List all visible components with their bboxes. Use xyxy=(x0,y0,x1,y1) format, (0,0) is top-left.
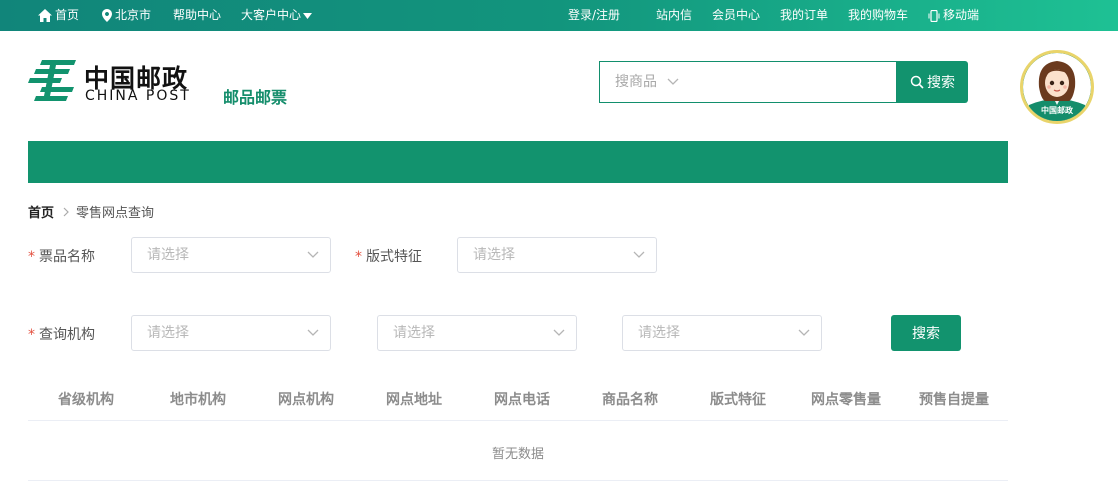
column-header: 网点零售量 xyxy=(811,392,881,408)
breadcrumb-current: 零售网点查询 xyxy=(76,206,155,221)
breadcrumb-home[interactable]: 首页 xyxy=(28,202,54,221)
product-name-select[interactable]: 请选择 xyxy=(131,237,331,273)
search-placeholder: 搜商品 xyxy=(615,74,657,90)
column-header: 省级机构 xyxy=(58,392,114,408)
location-pin-icon xyxy=(102,9,112,22)
select-placeholder: 请选择 xyxy=(473,247,515,263)
org-label-text: 查询机构 xyxy=(39,327,95,343)
inbox-link[interactable]: 站内信 xyxy=(656,0,692,31)
mobile-phone-icon xyxy=(928,9,940,22)
column-header: 网点机构 xyxy=(278,392,334,408)
chevron-down-icon xyxy=(553,329,565,336)
column-header: 预售自提量 xyxy=(919,392,989,408)
required-star: * xyxy=(28,249,35,265)
mobile-label: 移动端 xyxy=(943,8,980,22)
table-divider xyxy=(28,480,1008,481)
logo-english-text: CHINA POST xyxy=(85,88,191,104)
table-divider xyxy=(28,420,1008,421)
enterprise-center-menu[interactable]: 大客户中心 xyxy=(241,0,315,31)
chevron-down-icon xyxy=(798,329,810,336)
format-label-text: 版式特征 xyxy=(366,249,422,265)
select-placeholder: 请选择 xyxy=(147,325,189,341)
search-button-label: 搜索 xyxy=(927,75,955,91)
china-post-logo-icon[interactable] xyxy=(28,60,76,104)
select-placeholder: 请选择 xyxy=(393,325,435,341)
column-header: 版式特征 xyxy=(710,392,766,408)
inbox-label: 站内信 xyxy=(656,8,693,22)
location-selector[interactable]: 北京市 xyxy=(102,0,151,31)
search-icon xyxy=(910,75,924,89)
green-banner xyxy=(28,141,1008,183)
chevron-down-icon xyxy=(633,251,645,258)
format-label: * 版式特征 xyxy=(355,246,422,266)
caret-down-icon xyxy=(303,12,313,19)
required-star: * xyxy=(28,327,35,343)
column-header: 地市机构 xyxy=(170,392,226,408)
product-name-label: * 票品名称 xyxy=(28,246,95,266)
my-cart-link[interactable]: 我的购物车 xyxy=(848,0,908,31)
my-orders-link[interactable]: 我的订单 xyxy=(780,0,828,31)
channel-title: 邮品邮票 xyxy=(223,88,288,107)
select-placeholder: 请选择 xyxy=(638,325,680,341)
outlet-org-select[interactable]: 请选择 xyxy=(622,315,822,351)
breadcrumb: 首页 零售网点查询 xyxy=(28,202,154,221)
chevron-down-icon[interactable] xyxy=(667,78,679,86)
chevron-down-icon xyxy=(307,329,319,336)
help-center-link[interactable]: 帮助中心 xyxy=(173,0,221,31)
home-link-label: 首页 xyxy=(55,8,80,22)
mascot-avatar[interactable]: 中国邮政 xyxy=(1020,50,1094,124)
member-center-link[interactable]: 会员中心 xyxy=(712,0,760,31)
province-org-select[interactable]: 请选择 xyxy=(131,315,331,351)
home-icon xyxy=(38,9,52,22)
product-search-button[interactable]: 搜索 xyxy=(897,61,968,103)
location-label: 北京市 xyxy=(115,8,152,22)
chevron-down-icon xyxy=(307,251,319,258)
login-register-link[interactable]: 登录/注册 xyxy=(568,0,620,31)
org-label: * 查询机构 xyxy=(28,324,95,344)
city-org-select[interactable]: 请选择 xyxy=(377,315,577,351)
avatar-caption: 中国邮政 xyxy=(1041,105,1073,115)
my-orders-label: 我的订单 xyxy=(780,8,829,22)
mobile-link[interactable]: 移动端 xyxy=(928,0,979,31)
help-center-label: 帮助中心 xyxy=(173,8,222,22)
enterprise-center-label: 大客户中心 xyxy=(241,8,302,22)
column-header: 网点地址 xyxy=(386,392,442,408)
column-header: 网点电话 xyxy=(494,392,550,408)
chevron-right-icon xyxy=(63,207,69,217)
login-register-label: 登录/注册 xyxy=(568,8,621,22)
required-star: * xyxy=(355,249,362,265)
home-link[interactable]: 首页 xyxy=(38,0,79,31)
mascot-girl-icon: 中国邮政 xyxy=(1023,53,1091,121)
product-name-label-text: 票品名称 xyxy=(39,249,95,265)
column-header: 商品名称 xyxy=(602,392,658,408)
product-search-input[interactable]: 搜商品 xyxy=(599,61,897,103)
empty-state-text: 暂无数据 xyxy=(491,447,545,462)
query-search-button[interactable]: 搜索 xyxy=(891,315,961,351)
member-center-label: 会员中心 xyxy=(712,8,761,22)
my-cart-label: 我的购物车 xyxy=(848,8,909,22)
select-placeholder: 请选择 xyxy=(147,247,189,263)
top-nav-bar: 首页 北京市 帮助中心 大客户中心 登录/注册 站内信 会员中心 我的订单 我的… xyxy=(0,0,1118,31)
format-select[interactable]: 请选择 xyxy=(457,237,657,273)
